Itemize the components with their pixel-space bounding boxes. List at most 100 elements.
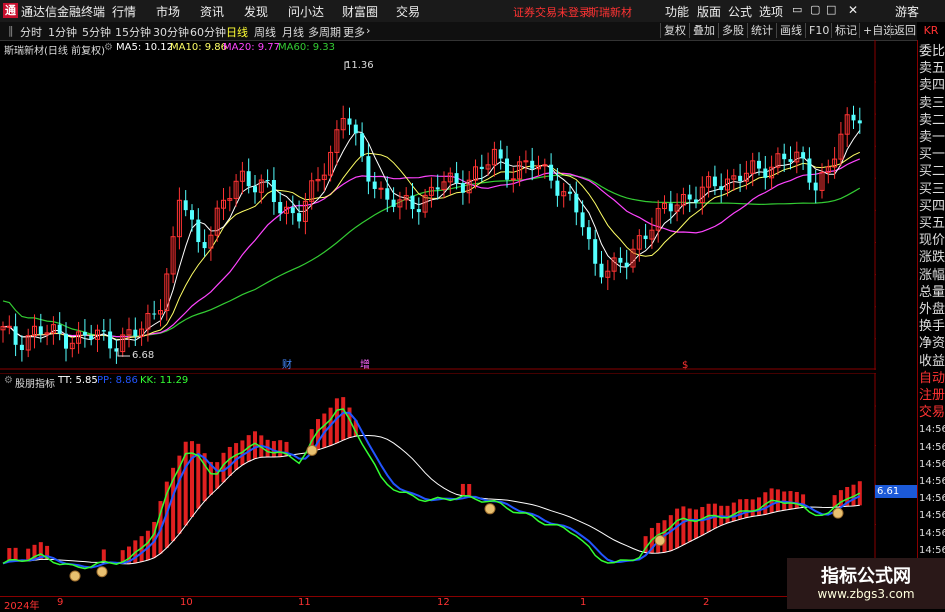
candle-down bbox=[183, 200, 188, 211]
draw-line-button[interactable]: 画线 bbox=[776, 23, 805, 38]
indicator-bar bbox=[278, 440, 283, 457]
candle-down bbox=[857, 120, 862, 124]
menu-wenxiaoda[interactable]: 问小达 bbox=[288, 3, 324, 20]
candle-down bbox=[580, 212, 585, 228]
indicator-current-value: 6.61 bbox=[875, 485, 917, 498]
menu-caifuquan[interactable]: 财富圈 bbox=[342, 3, 378, 20]
quote-field: 买一 bbox=[919, 147, 945, 163]
menu-xuanxiang[interactable]: 选项 bbox=[759, 3, 783, 20]
candle-down bbox=[366, 156, 371, 182]
minimize-icon[interactable]: ▭ bbox=[792, 3, 802, 16]
candle-down bbox=[851, 114, 856, 121]
chevron-right-icon[interactable]: › bbox=[366, 24, 370, 37]
candle-down bbox=[82, 331, 87, 336]
candle-down bbox=[530, 160, 535, 169]
period-more[interactable]: 更多 bbox=[343, 24, 365, 40]
indicator-bar bbox=[687, 508, 692, 542]
menu-shichang[interactable]: 市场 bbox=[156, 3, 180, 20]
trade-login-status[interactable]: 证券交易未登录 bbox=[513, 4, 590, 20]
quote-field: 14:56 bbox=[919, 544, 945, 556]
menu-gongneng[interactable]: 功能 bbox=[665, 3, 689, 20]
maximize-icon[interactable]: □ bbox=[826, 3, 836, 16]
ma5-value: MA5: 10.12 bbox=[116, 42, 174, 53]
indicator-bar bbox=[738, 499, 743, 520]
candle-down bbox=[624, 262, 629, 268]
period-weekly[interactable]: 周线 bbox=[254, 24, 276, 40]
indicator-bar bbox=[215, 462, 220, 489]
indicator-bar bbox=[731, 502, 736, 522]
dividend-marker[interactable]: $ bbox=[682, 360, 688, 370]
low-price-label: 6.68 bbox=[132, 350, 154, 361]
period-30min[interactable]: 30分钟 bbox=[153, 24, 189, 40]
overlay-button[interactable]: 叠加 bbox=[689, 23, 718, 38]
quote-field: 买五 bbox=[919, 216, 945, 231]
kk-line bbox=[2, 408, 861, 570]
money-bag-icon bbox=[96, 566, 108, 578]
candle-down bbox=[133, 329, 138, 337]
increase-marker[interactable]: 增 bbox=[360, 358, 370, 370]
pp-value: PP: 8.86 bbox=[97, 375, 138, 386]
indicator-bar bbox=[788, 491, 793, 510]
menu-hangqing[interactable]: 行情 bbox=[112, 3, 136, 20]
period-daily[interactable]: 日线 bbox=[226, 24, 248, 40]
app-logo-icon: 通 bbox=[3, 3, 18, 18]
period-5min[interactable]: 5分钟 bbox=[82, 24, 111, 40]
mark-button[interactable]: 标记 bbox=[831, 23, 860, 38]
quote-field: 卖二 bbox=[919, 112, 945, 128]
quote-field: 卖三 bbox=[919, 95, 945, 111]
date-tick-2: 2 bbox=[703, 597, 710, 608]
multi-stock-button[interactable]: 多股 bbox=[718, 23, 747, 38]
candle-down bbox=[813, 182, 818, 191]
period-multi[interactable]: 多周期 bbox=[308, 24, 341, 40]
candlestick-chart[interactable]: 11.0010.5010.009.509.008.508.007.507.00 … bbox=[0, 40, 876, 370]
quote-field: 现价 bbox=[919, 233, 945, 249]
candle-down bbox=[347, 118, 352, 125]
quote-field: 净资 bbox=[919, 336, 945, 352]
indicator-bar bbox=[838, 490, 843, 507]
kr-tab[interactable]: KR bbox=[917, 22, 945, 40]
finance-marker[interactable]: 财 bbox=[282, 358, 292, 370]
period-15min[interactable]: 15分钟 bbox=[115, 24, 151, 40]
candle-down bbox=[505, 158, 509, 180]
title-bar bbox=[0, 0, 945, 23]
candle-down bbox=[694, 199, 698, 203]
menu-zixun[interactable]: 资讯 bbox=[200, 3, 224, 20]
candle-down bbox=[246, 171, 251, 187]
indicator-bar bbox=[681, 506, 686, 545]
indicator-gear-icon[interactable]: ⚙ bbox=[4, 375, 13, 386]
menu-faxian[interactable]: 发现 bbox=[244, 3, 268, 20]
candle-down bbox=[38, 326, 43, 335]
menu-banmian[interactable]: 版面 bbox=[697, 3, 721, 20]
candle-down bbox=[372, 181, 377, 189]
fuquan-button[interactable]: 复权 bbox=[660, 23, 689, 38]
candle-down bbox=[253, 186, 257, 193]
quote-field: 总量 bbox=[919, 284, 945, 300]
menu-jiaoyi[interactable]: 交易 bbox=[396, 3, 420, 20]
close-icon[interactable]: ✕ bbox=[848, 3, 858, 17]
period-fenshi[interactable]: 分时 bbox=[20, 24, 42, 40]
candle-up bbox=[510, 178, 516, 181]
period-1min[interactable]: 1分钟 bbox=[48, 24, 77, 40]
guest-button[interactable]: 游客 bbox=[895, 3, 919, 20]
period-60min[interactable]: 60分钟 bbox=[190, 24, 226, 40]
stats-button[interactable]: 统计 bbox=[747, 23, 776, 38]
candle-down bbox=[555, 180, 560, 196]
candle-down bbox=[599, 263, 604, 278]
date-tick-year: 2024年 bbox=[4, 601, 40, 612]
indicator-chart[interactable]: 30.0020.0010.000.00 bbox=[0, 373, 876, 595]
indicator-bar bbox=[750, 499, 755, 517]
period-monthly[interactable]: 月线 bbox=[282, 24, 304, 40]
quote-field: 14:56 bbox=[919, 441, 945, 453]
f10-button[interactable]: F10 bbox=[805, 23, 832, 38]
quote-field: 委比 bbox=[919, 44, 945, 59]
menu-gongshi[interactable]: 公式 bbox=[728, 3, 752, 20]
settings-gear-icon[interactable]: ⚙ bbox=[104, 42, 113, 53]
money-bag-icon bbox=[654, 534, 666, 546]
candle-down bbox=[196, 219, 201, 243]
restore-icon[interactable]: ▢ bbox=[810, 3, 820, 16]
quote-field: 交易 bbox=[919, 405, 945, 421]
back-button[interactable]: 返回 bbox=[890, 23, 919, 38]
indicator-bar bbox=[253, 431, 257, 459]
quote-field: 14:56 bbox=[919, 424, 945, 436]
toolbar-collapse-icon[interactable]: ‖ bbox=[8, 24, 14, 37]
